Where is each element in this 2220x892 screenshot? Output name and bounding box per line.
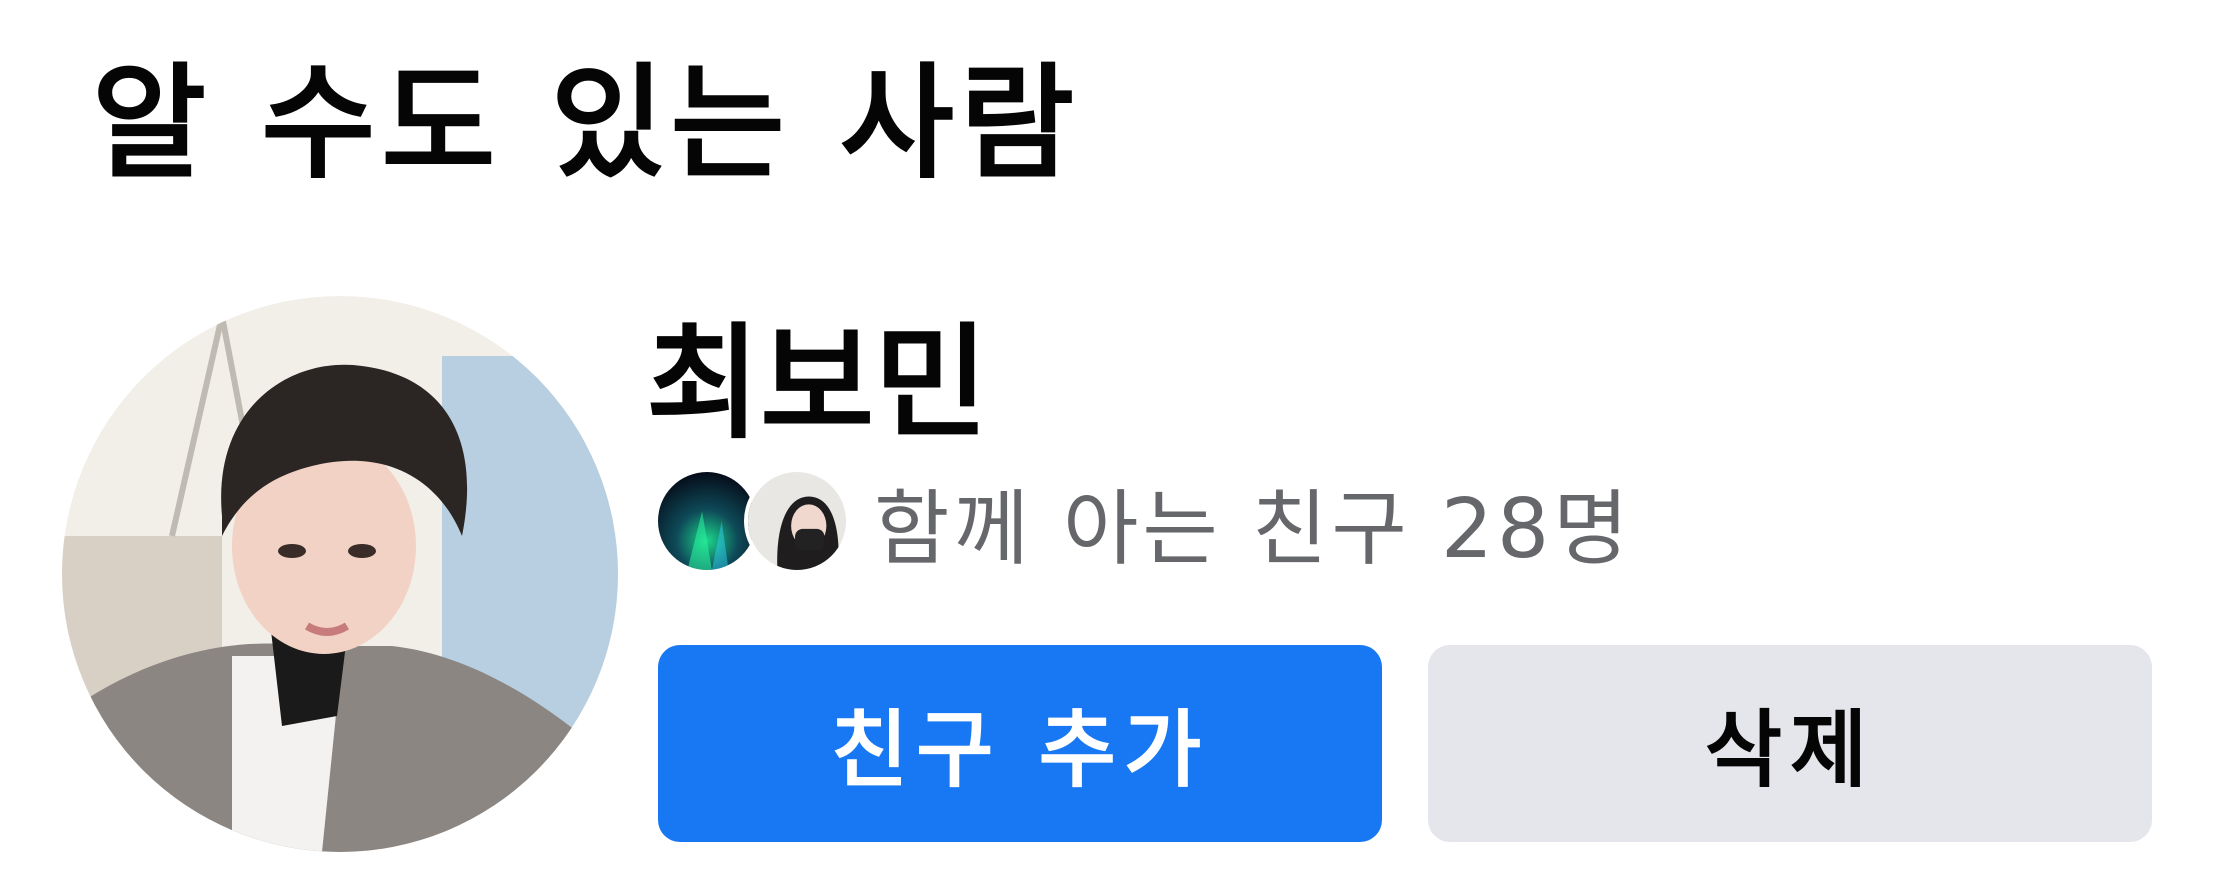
people-you-may-know-page: 알 수도 있는 사람 최보민 함께 아는 친구 28명 친구 추가 삭제 (0, 0, 2220, 892)
friend-suggestion-card: 최보민 함께 아는 친구 28명 친구 추가 삭제 (0, 290, 2220, 870)
section-title: 알 수도 있는 사람 (92, 52, 1081, 196)
profile-photo (62, 296, 618, 852)
mutual-friends-count[interactable]: 함께 아는 친구 28명 (874, 462, 1633, 581)
mutual-friend-photo (658, 472, 756, 570)
mutual-friend-photo (748, 472, 846, 570)
suggestion-name[interactable]: 최보민 (646, 322, 988, 446)
mutual-friends: 함께 아는 친구 28명 (654, 465, 1633, 577)
mutual-friend-avatar[interactable] (744, 468, 850, 574)
add-friend-button[interactable]: 친구 추가 (658, 645, 1382, 842)
profile-avatar[interactable] (62, 296, 618, 852)
remove-button[interactable]: 삭제 (1428, 645, 2152, 842)
